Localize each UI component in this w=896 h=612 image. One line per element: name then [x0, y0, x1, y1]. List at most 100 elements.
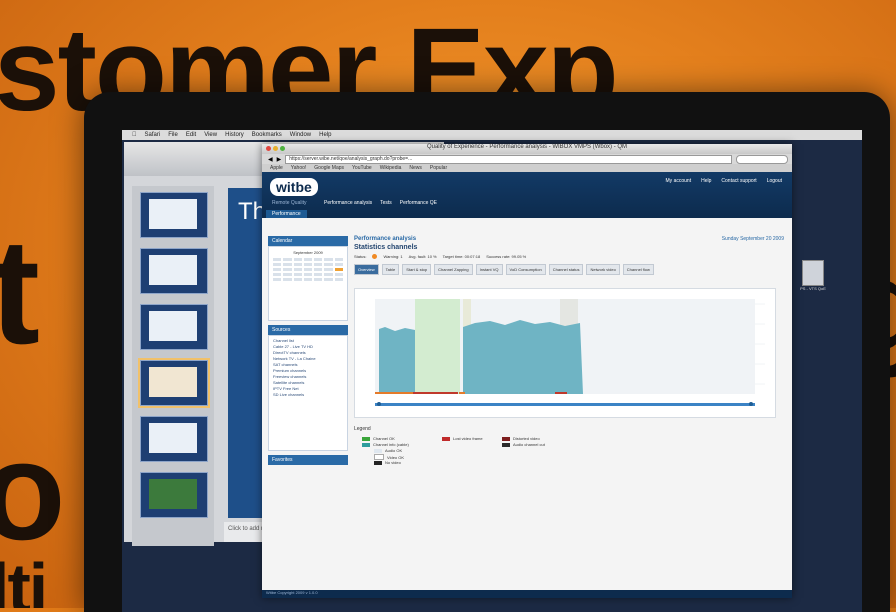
- date-label: Sunday September 20 2009: [721, 236, 784, 242]
- sources-header[interactable]: Sources: [268, 325, 348, 335]
- legend-swatch: [374, 448, 382, 453]
- breadcrumb-item[interactable]: Performance QE: [400, 200, 437, 206]
- series-area-1: [379, 327, 415, 394]
- chart-svg: [355, 289, 775, 417]
- scroll-handle-right-icon[interactable]: [749, 402, 753, 406]
- legend-swatch: [362, 436, 370, 441]
- tab-network-video[interactable]: Network video: [586, 264, 620, 275]
- legend-label: Video OK: [387, 454, 405, 460]
- bookmark-item[interactable]: Apple: [270, 165, 283, 171]
- legend-label: Lost video frame: [453, 436, 483, 441]
- source-item[interactable]: SD Live channels: [273, 392, 343, 398]
- main-content: Performance analysis Sunday September 20…: [354, 236, 784, 592]
- legend-swatch: [362, 442, 370, 447]
- breadcrumb: Performance analysis Tests Performance Q…: [324, 200, 437, 206]
- legend-item: Lost video frame: [442, 436, 483, 441]
- legend-item: Channel info (cable): [362, 442, 409, 447]
- bookmark-item[interactable]: Popular: [430, 165, 447, 171]
- mac-menu-bar:  Safari File Edit View History Bookmark…: [122, 130, 862, 140]
- legend-title: Legend: [354, 426, 371, 432]
- tab-table[interactable]: Table: [381, 264, 400, 275]
- legend-swatch: [374, 460, 382, 465]
- tab-instant-vq[interactable]: Instant VQ: [475, 264, 503, 275]
- status-item: Success rate: 99.05 %: [486, 254, 527, 259]
- menu-item[interactable]: File: [168, 132, 178, 138]
- timeline-scrollbar[interactable]: [375, 403, 755, 406]
- performance-chart[interactable]: [354, 288, 776, 418]
- slide-thumbnail[interactable]: [140, 304, 208, 350]
- menu-item[interactable]: Help: [319, 132, 331, 138]
- app-header: witbe Remote Quality Performance analysi…: [262, 172, 792, 218]
- minimize-icon[interactable]: [273, 146, 278, 151]
- close-icon[interactable]: [266, 146, 271, 151]
- poster-text-line2: t: [0, 207, 40, 375]
- slide-thumbnail-selected[interactable]: [138, 358, 210, 408]
- search-input[interactable]: [736, 154, 788, 164]
- slide-thumbnail[interactable]: [140, 472, 208, 518]
- legend-item: Audio OK: [374, 448, 402, 453]
- slide-thumbnail[interactable]: [140, 416, 208, 462]
- desktop-file-icon[interactable]: [802, 260, 824, 286]
- legend-label: No video: [385, 460, 401, 465]
- bookmark-item[interactable]: Yahoo!: [291, 165, 306, 171]
- desktop-file-label[interactable]: PS - VTS QoE: [796, 286, 830, 291]
- tab-channel-flow[interactable]: Channel flow: [622, 264, 654, 275]
- sources-list: Channel list Cable 27 - Live TV HD Direc…: [268, 335, 348, 451]
- slide-thumbnail[interactable]: [140, 248, 208, 294]
- legend-swatch: [502, 436, 510, 441]
- tab-overview[interactable]: Overview: [354, 264, 379, 275]
- highlight-band: [415, 299, 460, 394]
- witbe-logo[interactable]: witbe: [270, 178, 318, 196]
- address-bar: ◀ ▶ https://server.wibe.net/qoe/analysis…: [262, 154, 792, 164]
- legend-label: Audio OK: [385, 448, 403, 453]
- header-links: My account Help Contact support Logout: [666, 178, 782, 184]
- menu-item[interactable]: Window: [290, 132, 311, 138]
- menu-item[interactable]: Edit: [186, 132, 196, 138]
- tab-channel-status[interactable]: Channel status: [548, 264, 584, 275]
- app-footer: Witbe Copyright 2009 v 1.0.0: [262, 590, 792, 598]
- error-marker: [555, 392, 567, 394]
- window-controls: [266, 146, 285, 151]
- laptop-screen:  Safari File Edit View History Bookmark…: [122, 130, 862, 612]
- browser-title-bar: Quality of Experience - Performance anal…: [262, 144, 792, 154]
- menu-item[interactable]: Bookmarks: [252, 132, 282, 138]
- back-icon[interactable]: ◀: [268, 156, 273, 163]
- contact-support-link[interactable]: Contact support: [721, 178, 756, 184]
- tab-performance[interactable]: Performance: [266, 210, 307, 218]
- menu-item[interactable]: View: [204, 132, 217, 138]
- calendar-grid[interactable]: [269, 255, 347, 284]
- slide-thumbnail[interactable]: [140, 192, 208, 238]
- slide-thumbnail-panel: [132, 186, 214, 546]
- legend-label: Channel OK: [373, 436, 395, 441]
- tab-start-stop[interactable]: Start & stop: [402, 264, 432, 275]
- bookmark-item[interactable]: Wikipedia: [380, 165, 402, 171]
- legend-label: Channel info (cable): [373, 442, 409, 447]
- apple-icon[interactable]: : [132, 132, 137, 138]
- logo-subtitle: Remote Quality: [272, 200, 307, 206]
- breadcrumb-item[interactable]: Performance analysis: [324, 200, 372, 206]
- calendar: September 2009: [268, 246, 348, 321]
- zoom-icon[interactable]: [280, 146, 285, 151]
- analysis-tabs: Overview Table Start & stop Channel Zapp…: [354, 264, 784, 275]
- menu-item[interactable]: History: [225, 132, 244, 138]
- menu-item[interactable]: Safari: [145, 132, 161, 138]
- status-label: Status:: [354, 254, 367, 259]
- tab-vod-consumption[interactable]: VoD Consumption: [505, 264, 546, 275]
- status-item: Warning: 1: [383, 254, 403, 259]
- tab-channel-zapping[interactable]: Channel Zapping: [434, 264, 473, 275]
- bookmark-item[interactable]: Google Maps: [314, 165, 344, 171]
- my-account-link[interactable]: My account: [666, 178, 692, 184]
- error-marker: [413, 392, 458, 394]
- breadcrumb-item[interactable]: Tests: [380, 200, 392, 206]
- favorites-header[interactable]: Favorites: [268, 455, 348, 465]
- logout-link[interactable]: Logout: [767, 178, 782, 184]
- scroll-handle-left-icon[interactable]: [377, 402, 381, 406]
- bookmark-item[interactable]: News: [409, 165, 422, 171]
- calendar-header[interactable]: Calendar: [268, 236, 348, 246]
- bookmark-item[interactable]: YouTube: [352, 165, 372, 171]
- legend-label: Audio channel cut: [513, 442, 545, 447]
- forward-icon[interactable]: ▶: [277, 156, 282, 163]
- help-link[interactable]: Help: [701, 178, 711, 184]
- bookmarks-bar: Apple Yahoo! Google Maps YouTube Wikiped…: [262, 164, 792, 172]
- url-input[interactable]: https://server.wibe.net/qoe/analysis_gra…: [285, 154, 732, 164]
